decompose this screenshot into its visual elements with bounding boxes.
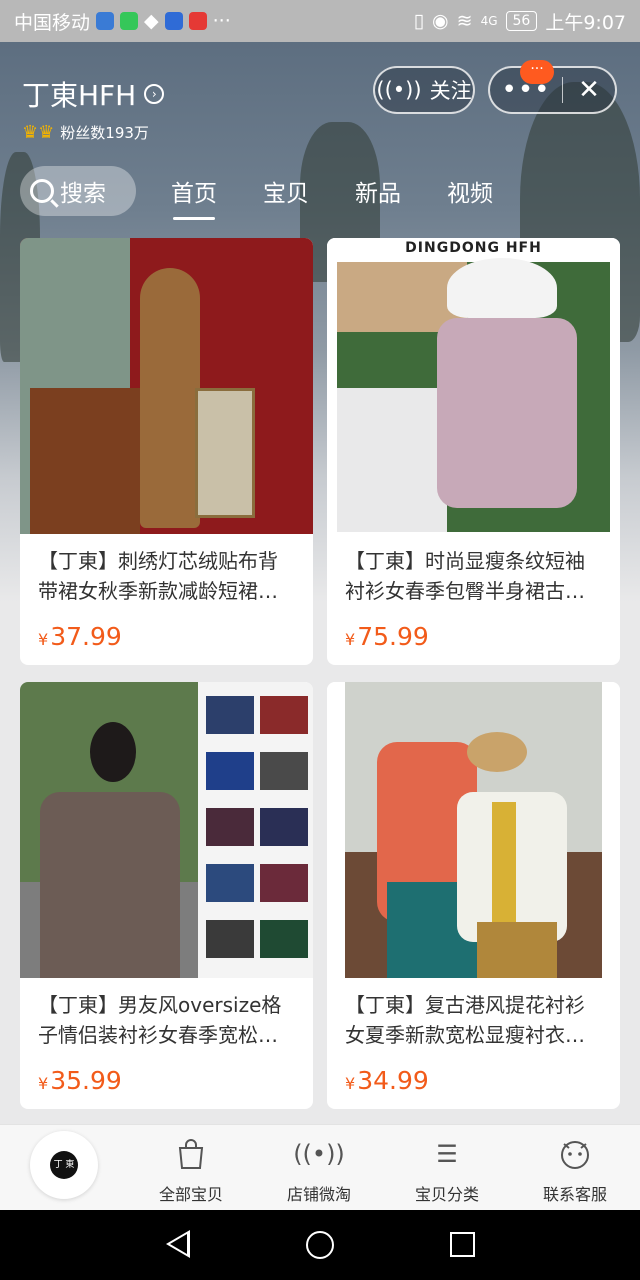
vibrate-icon: ▯ bbox=[413, 10, 425, 32]
wifi-icon: ≋ bbox=[456, 10, 473, 32]
system-navigation-bar bbox=[0, 1210, 640, 1280]
product-price: ¥35.99 bbox=[38, 1066, 122, 1095]
home-icon[interactable] bbox=[306, 1231, 334, 1259]
baidu-app-icon bbox=[164, 12, 183, 30]
tab-new[interactable]: 新品 bbox=[355, 174, 401, 208]
shop-name: 丁東HFH bbox=[22, 79, 137, 112]
product-image bbox=[327, 682, 620, 978]
shop-bottom-nav: 丁 東 全部宝贝 ((•)) 店铺微淘 ☰ 宝贝分类 联系客服 bbox=[0, 1124, 640, 1210]
crown-icon: ♛♛ bbox=[22, 122, 55, 143]
product-card[interactable]: 【丁東】复古港风提花衬衫女夏季新款宽松显瘦衬衣… ¥34.99 bbox=[327, 682, 620, 1109]
toutiao-app-icon bbox=[188, 12, 207, 30]
nav-shop-feed[interactable]: ((•)) 店铺微淘 bbox=[264, 1137, 374, 1205]
product-price: ¥37.99 bbox=[38, 622, 122, 651]
search-button[interactable]: 搜索 bbox=[20, 166, 136, 216]
shopping-bag-icon bbox=[136, 1137, 246, 1171]
fans-count: 粉丝数193万 bbox=[60, 124, 149, 142]
product-card[interactable]: DINGDONG HFH 【丁東】时尚显瘦条纹短袖衬衫女春季包臀半身裙古… ¥7… bbox=[327, 238, 620, 665]
nav-customer-service[interactable]: 联系客服 bbox=[520, 1137, 630, 1205]
product-name: 【丁東】时尚显瘦条纹短袖衬衫女春季包臀半身裙古… bbox=[345, 549, 585, 603]
product-name: 【丁東】刺绣灯芯绒贴布背带裙女秋季新款减龄短裙… bbox=[38, 549, 278, 603]
shop-logo: 丁 東 bbox=[50, 1151, 78, 1179]
product-price: ¥75.99 bbox=[345, 622, 429, 651]
recent-apps-icon[interactable] bbox=[450, 1232, 475, 1257]
fans-count-row: ♛♛ 粉丝数193万 bbox=[22, 122, 149, 143]
product-image: DINGDONG HFH bbox=[327, 238, 620, 534]
broadcast-icon: ((•)) bbox=[376, 78, 422, 102]
product-card[interactable]: 【丁東】男友风oversize格子情侣装衬衫女春季宽松… ¥35.99 bbox=[20, 682, 313, 1109]
shop-logo-button[interactable]: 丁 東 bbox=[30, 1131, 98, 1199]
battery-indicator: 56 bbox=[505, 11, 538, 31]
clock: 上午9:07 bbox=[545, 11, 626, 34]
search-label: 搜索 bbox=[60, 181, 106, 207]
penguin-icon: ◆ bbox=[144, 10, 159, 32]
product-name: 【丁東】复古港风提花衬衫女夏季新款宽松显瘦衬衣… bbox=[345, 993, 585, 1047]
follow-label: 关注 bbox=[429, 79, 472, 103]
nav-categories[interactable]: ☰ 宝贝分类 bbox=[392, 1137, 502, 1205]
product-price: ¥34.99 bbox=[345, 1066, 429, 1095]
eye-icon: ◉ bbox=[432, 10, 449, 32]
tab-video[interactable]: 视频 bbox=[447, 174, 493, 208]
nav-label: 宝贝分类 bbox=[414, 1185, 479, 1204]
shield-app-icon bbox=[96, 12, 115, 30]
notification-badge: ··· bbox=[520, 60, 554, 84]
tab-home[interactable]: 首页 bbox=[171, 174, 217, 220]
product-image bbox=[20, 238, 313, 534]
nav-label: 联系客服 bbox=[542, 1185, 607, 1204]
close-button[interactable]: ✕ bbox=[563, 68, 615, 112]
search-icon bbox=[30, 179, 54, 203]
nav-all-products[interactable]: 全部宝贝 bbox=[136, 1137, 246, 1205]
carrier-label: 中国移动 bbox=[14, 11, 91, 34]
broadcast-icon: ((•)) bbox=[293, 1140, 345, 1168]
status-bar: 中国移动 ◆ ··· ▯ ◉ ≋ 4G 56 上午9:07 bbox=[0, 0, 640, 42]
product-name: 【丁東】男友风oversize格子情侣装衬衫女春季宽松… bbox=[38, 993, 282, 1047]
nav-label: 全部宝贝 bbox=[158, 1185, 223, 1204]
follow-button[interactable]: ((•)) 关注 bbox=[373, 66, 475, 114]
list-icon: ☰ bbox=[436, 1140, 458, 1168]
image-caption: DINGDONG HFH bbox=[405, 240, 542, 256]
product-image bbox=[20, 682, 313, 978]
product-card[interactable]: 【丁東】刺绣灯芯绒贴布背带裙女秋季新款减龄短裙… ¥37.99 bbox=[20, 238, 313, 665]
chevron-right-icon: › bbox=[144, 84, 165, 104]
shop-name-link[interactable]: 丁東HFH › bbox=[22, 74, 165, 114]
nav-label: 店铺微淘 bbox=[286, 1185, 351, 1204]
tab-products[interactable]: 宝贝 bbox=[263, 174, 309, 208]
signal-icon: 4G bbox=[480, 14, 498, 28]
chat-face-icon bbox=[520, 1137, 630, 1171]
more-notifications-icon: ··· bbox=[212, 10, 231, 32]
iqiyi-app-icon bbox=[120, 12, 139, 30]
back-icon-inner bbox=[170, 1234, 187, 1254]
